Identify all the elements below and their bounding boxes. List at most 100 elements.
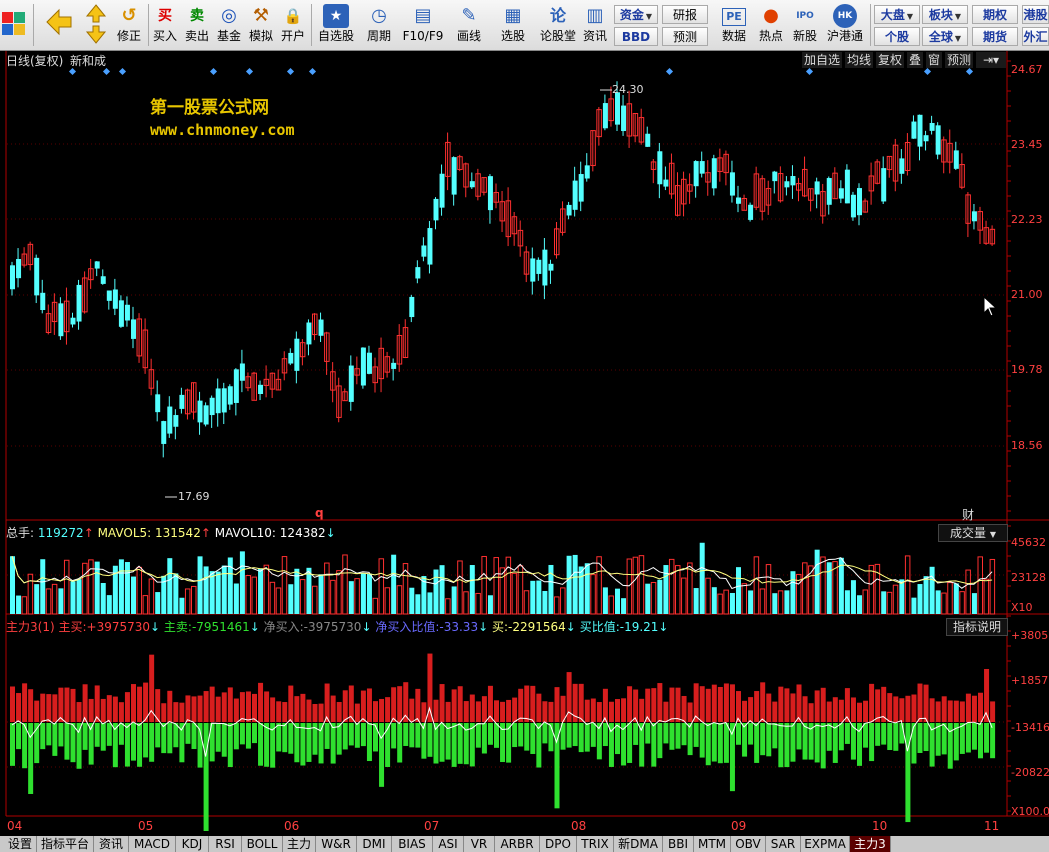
sell-button[interactable]: 卖卖出 [182,2,212,48]
volume-bar [626,558,633,615]
tab--7[interactable]: 主力 [283,836,316,852]
volume-bar [892,584,899,615]
qihuo-button[interactable]: 期货 [972,27,1018,46]
window-button[interactable]: 窗 [926,52,942,68]
tab-macd-3[interactable]: MACD [129,836,176,852]
indicator-down-bar [857,723,862,766]
tab--2[interactable]: 资讯 [94,836,129,852]
up-down-button[interactable] [82,2,110,48]
tab-vr-12[interactable]: VR [464,836,495,852]
stock-name: 新和成 [70,54,107,68]
tab-asi-11[interactable]: ASI [433,836,464,852]
zijin-button[interactable]: 资金 ▼ [614,5,658,24]
overlay-button[interactable]: 叠 [907,52,923,68]
tab-mtm-18[interactable]: MTM [694,836,731,852]
period-button[interactable]: ◷ 周期 [360,2,398,48]
volume-indicator-dropdown[interactable]: 成交量 ▼ [938,524,1008,542]
open-account-button[interactable]: 🔒 开户 [278,2,308,48]
ganggu-button[interactable]: 港股 [1022,5,1049,24]
ipo-button[interactable]: IPO 新股 [790,2,820,48]
candle-body [850,194,856,218]
tab-3-22[interactable]: 主力3 [850,836,891,852]
volume-bar [753,556,760,615]
indicator-up-bar [584,699,590,722]
tab-wr-8[interactable]: W&R [316,836,357,852]
candle-body [173,415,179,427]
yanbao-button[interactable]: 研报 [662,5,708,24]
tab-dma-16[interactable]: 新DMA [614,836,663,852]
tab-sar-20[interactable]: SAR [766,836,801,852]
tab-obv-19[interactable]: OBV [731,836,766,852]
indicator-up-bar [802,696,808,722]
tab-dpo-14[interactable]: DPO [540,836,577,852]
volume-bar [427,592,433,614]
tab-trix-15[interactable]: TRIX [577,836,614,852]
forum-button[interactable]: 论论股堂 [538,2,578,48]
dapan-button[interactable]: 大盘 ▼ [874,5,920,24]
fund-button[interactable]: ◎ 基金 [214,2,244,48]
collapse-panel-button[interactable]: ⇥▾ [976,52,1006,68]
add-watchlist-button[interactable]: 加自选 [802,52,842,68]
buy-value: -2291564 [508,620,566,634]
chart-area[interactable]: 日线(复权) 新和成 加自选 均线 复权 叠 窗 预测 ⇥▾ 第一股票公式网 w… [0,51,1049,833]
candle-body [415,267,421,279]
volume-bar [233,583,239,614]
adjust-button[interactable]: 复权 [876,52,904,68]
tab-dmi-9[interactable]: DMI [357,836,392,852]
buy-button[interactable]: 买买入 [150,2,180,48]
indicator-axis-label: X100.0 [1011,805,1049,818]
candle-body [209,397,215,416]
indicator-down-bar [252,723,257,744]
indicator-down-bar [675,723,681,749]
marker-finance[interactable]: 财 [962,506,974,523]
news-button[interactable]: ▥ 资讯 [580,2,610,48]
kline-chart-svg[interactable] [0,51,1049,831]
data-button[interactable]: PE 数据 [714,2,754,48]
volume-bar [790,571,796,614]
hotspot-button[interactable]: ● 热点 [756,2,786,48]
candle-body [179,394,185,409]
tab-arbr-13[interactable]: ARBR [495,836,540,852]
candle-body [439,173,445,208]
waihui-button[interactable]: 外汇 [1022,27,1049,46]
indicator-up-bar [990,701,996,722]
hk-connect-button[interactable]: HK 沪港通 [824,2,866,48]
quanqiu-button[interactable]: 全球 ▼ [922,27,968,46]
bbd-button[interactable]: BBD [614,27,658,46]
tab-rsi-5[interactable]: RSI [209,836,242,852]
ma-button[interactable]: 均线 [845,52,873,68]
indicator-down-bar [736,723,741,745]
yuce-button[interactable]: 预测 [662,27,708,46]
back-button[interactable] [40,2,76,48]
indicator-help-button[interactable]: 指标说明 [946,618,1008,636]
candle-body [167,406,173,434]
indicator-up-bar [602,688,608,722]
candle-body [645,133,651,147]
indicator-down-bar [820,723,826,769]
xiuzheng-button[interactable]: ↺ 修正 [113,2,145,48]
simulate-button[interactable]: ⚒ 模拟 [246,2,276,48]
f10-button[interactable]: ▤ F10/F9 [402,2,444,48]
marker-q[interactable]: q [315,506,324,520]
candle-body [34,257,40,296]
qiquan-button[interactable]: 期权 [972,5,1018,24]
forecast-button[interactable]: 预测 [945,52,973,68]
indicator-down-bar [814,723,820,763]
tab-kdj-4[interactable]: KDJ [176,836,209,852]
tab--1[interactable]: 指标平台 [37,836,94,852]
tab-bbi-17[interactable]: BBI [663,836,694,852]
draw-line-button[interactable]: ✎ 画线 [450,2,488,48]
gegu-button[interactable]: 个股 [874,27,920,46]
stock-select-button[interactable]: ▦ 选股 [494,2,532,48]
tab-boll-6[interactable]: BOLL [242,836,283,852]
tab-bias-10[interactable]: BIAS [392,836,433,852]
app-logo-icon[interactable] [2,10,26,38]
tab--0[interactable]: 设置 [4,836,37,852]
high-price-label: 24.30 [612,83,644,96]
bankuai-button[interactable]: 板块 ▼ [922,5,968,24]
watchlist-button[interactable]: ★ 自选股 [314,2,358,48]
volume-bar [251,576,257,615]
tab-expma-21[interactable]: EXPMA [801,836,850,852]
indicator-down-bar [227,723,233,768]
volume-bar [572,554,578,614]
